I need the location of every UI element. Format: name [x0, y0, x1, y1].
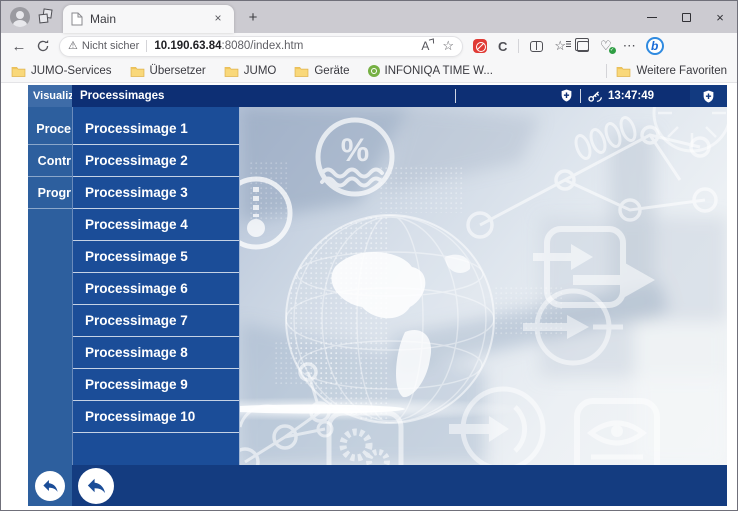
folder-icon: [11, 65, 26, 77]
folder-icon: [294, 65, 309, 77]
hero-image: %: [240, 107, 727, 465]
close-button[interactable]: ×: [703, 1, 737, 33]
menu-item[interactable]: Processimage 9: [73, 369, 239, 401]
refresh-icon[interactable]: [31, 35, 55, 57]
footer-menu-cell: [72, 465, 727, 506]
extensions-row: C ☆ ♡✓ ⋯: [473, 38, 637, 54]
alarm-shield-icon[interactable]: [560, 88, 573, 108]
workspaces-icon[interactable]: [39, 9, 55, 25]
favorite-uebersetzer[interactable]: Übersetzer: [130, 65, 206, 77]
page-icon: [71, 12, 83, 26]
menu-item[interactable]: Processimage 4: [73, 209, 239, 241]
tab-title: Main: [90, 12, 210, 26]
address-bar[interactable]: ⚠ Nicht sicher 10.190.63.84 :8080/index.…: [59, 36, 463, 57]
menu-item[interactable]: Processimage 1: [73, 113, 239, 145]
profile-icon[interactable]: [10, 7, 30, 27]
collections-icon[interactable]: [577, 41, 589, 52]
app-footer: [28, 465, 727, 506]
adblock-extension-icon[interactable]: [473, 39, 487, 53]
shield-plus-icon: [702, 89, 715, 104]
favorites-menu-icon[interactable]: ☆: [554, 38, 566, 54]
web-page: Visualiza Processimages 13:47:49: [1, 83, 737, 511]
browser-window: Main × + × ← ⚠ Nicht sicher 10.190.63.84…: [0, 0, 738, 511]
favorite-infoniqa[interactable]: INFONIQA TIME W...: [368, 65, 493, 77]
svg-text:%: %: [341, 132, 369, 168]
login-key-icon[interactable]: [587, 89, 603, 108]
cookie-extension-icon[interactable]: C: [498, 39, 507, 54]
back-button-menu[interactable]: [78, 468, 114, 504]
back-button-sidebar[interactable]: [35, 471, 65, 501]
sidebar-item[interactable]: Progr: [28, 177, 72, 209]
header-bar: Processimages 13:47:49: [72, 85, 727, 107]
menu-item[interactable]: Processimage 8: [73, 337, 239, 369]
url-path: :8080/index.htm: [222, 40, 304, 52]
menu-item[interactable]: Processimage 3: [73, 177, 239, 209]
app-header: Visualiza Processimages 13:47:49: [28, 85, 727, 107]
favorites-bar: JUMO-Services Übersetzer JUMO Geräte INF…: [1, 59, 737, 83]
dot-pattern: [380, 165, 465, 213]
tab-main[interactable]: Main ×: [63, 5, 234, 33]
favorite-jumo-services[interactable]: JUMO-Services: [11, 65, 112, 77]
footer-sidebar-cell: [28, 465, 72, 506]
menu-item[interactable]: Processimage 10: [73, 401, 239, 433]
security-label: Nicht sicher: [82, 40, 139, 52]
header-title: Processimages: [80, 85, 164, 107]
tab-close-icon[interactable]: ×: [210, 11, 226, 27]
menu-item[interactable]: Processimage 5: [73, 241, 239, 273]
back-arrow-icon: [41, 476, 60, 495]
clock-time: 13:47:49: [608, 85, 654, 107]
menu-item[interactable]: Processimage 6: [73, 273, 239, 305]
window-controls: ×: [635, 1, 737, 33]
browser-titlebar: Main × + ×: [1, 1, 737, 33]
site-icon: [368, 65, 380, 77]
url-host: 10.190.63.84: [154, 40, 221, 52]
minimize-button[interactable]: [635, 1, 669, 33]
menu-item[interactable]: Processimage 2: [73, 145, 239, 177]
settings-more-icon[interactable]: ⋯: [623, 38, 637, 54]
not-secure-warning-icon: ⚠: [68, 41, 78, 52]
folder-icon: [224, 65, 239, 77]
back-icon[interactable]: ←: [7, 35, 31, 57]
menu-item[interactable]: Processimage 7: [73, 305, 239, 337]
sidebar-item[interactable]: Contr: [28, 145, 72, 177]
bing-copilot-icon[interactable]: b: [646, 37, 664, 55]
split-screen-icon[interactable]: [530, 41, 543, 52]
sidebar-item[interactable]: Proce: [28, 113, 72, 145]
folder-icon: [616, 65, 631, 77]
maximize-button[interactable]: [669, 1, 703, 33]
read-aloud-icon[interactable]: A: [421, 39, 433, 53]
favorite-star-icon[interactable]: ☆: [442, 38, 454, 54]
globe-icon: [286, 215, 494, 423]
folder-icon: [130, 65, 145, 77]
nav-sidebar: Proce Contr Progr: [28, 107, 72, 465]
browser-toolbar: ← ⚠ Nicht sicher 10.190.63.84 :8080/inde…: [1, 33, 737, 59]
more-favorites-button[interactable]: Weitere Favoriten: [616, 65, 727, 77]
app-body: Proce Contr Progr Processimage 1 Process…: [28, 107, 727, 465]
favorite-geraete[interactable]: Geräte: [294, 65, 349, 77]
back-arrow-icon: [85, 474, 108, 497]
jumo-visualization-app: Visualiza Processimages 13:47:49: [28, 85, 727, 506]
header-left-title: Visualiza: [28, 85, 72, 107]
favorite-jumo[interactable]: JUMO: [224, 65, 277, 77]
new-tab-button[interactable]: +: [244, 9, 262, 27]
shield-button-right[interactable]: [690, 85, 727, 107]
browser-essentials-icon[interactable]: ♡✓: [600, 38, 612, 54]
processimages-menu: Processimage 1 Processimage 2 Processima…: [72, 107, 240, 465]
